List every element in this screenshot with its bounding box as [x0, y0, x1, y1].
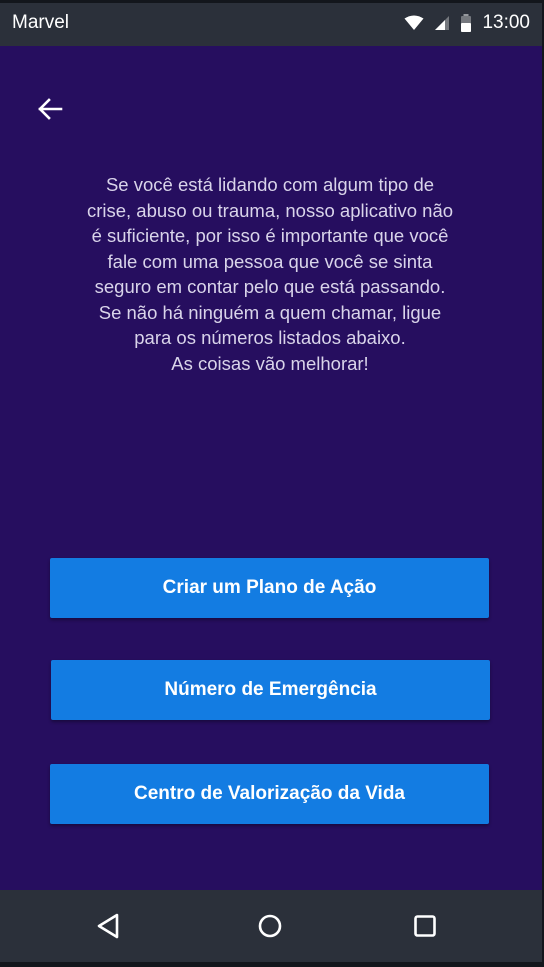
wifi-icon — [404, 15, 424, 31]
message-line: é suficiente, por isso é importante que … — [91, 225, 449, 246]
back-button[interactable] — [30, 93, 70, 129]
status-time: 13:00 — [482, 12, 530, 33]
message-line: crise, abuso ou trauma, nosso aplicativo… — [86, 199, 454, 221]
message-line: As coisas vão melhorar! — [171, 352, 369, 374]
message-line: para os números listados abaixo. — [134, 327, 406, 348]
nav-recents-icon — [413, 914, 437, 943]
screen: Marvel 13:00 Se você está lidando com al… — [0, 0, 544, 967]
message-line: seguro em contar pelo que está passando. — [94, 276, 446, 297]
cvv-button[interactable]: Centro de Valorização da Vida — [50, 764, 489, 824]
nav-recents-button[interactable] — [405, 908, 445, 948]
battery-icon — [460, 14, 472, 32]
message-line: fale com uma pessoa que você se sinta — [107, 250, 433, 272]
status-icons: 13:00 — [404, 12, 530, 34]
message-line: Se não há ninguém a quem chamar, ligue — [98, 301, 442, 323]
status-app-name: Marvel — [12, 12, 70, 33]
status-bar: Marvel 13:00 — [0, 0, 544, 46]
arrow-left-icon — [37, 97, 63, 126]
cell-signal-icon — [434, 15, 450, 31]
nav-home-icon — [257, 913, 283, 944]
nav-home-button[interactable] — [250, 908, 290, 948]
nav-back-button[interactable] — [88, 908, 128, 948]
message-line: Se você está lidando com algum tipo de — [105, 174, 435, 195]
emergency-number-button[interactable]: Número de Emergência — [51, 660, 490, 720]
crisis-message: Se você está lidando com algum tipo de c… — [52, 172, 488, 376]
create-action-plan-button[interactable]: Criar um Plano de Ação — [50, 558, 489, 618]
navigation-bar — [0, 890, 544, 967]
nav-back-icon — [96, 913, 120, 944]
